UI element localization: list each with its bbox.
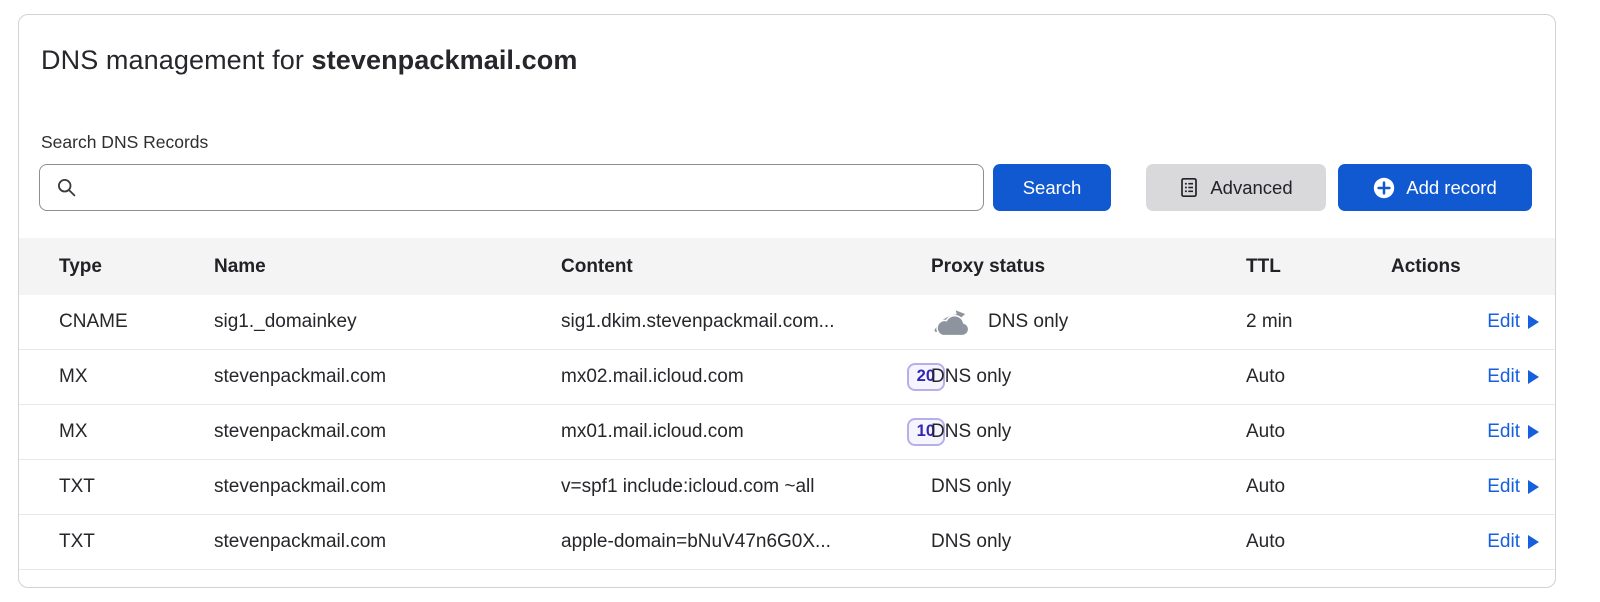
list-document-icon — [1179, 177, 1199, 198]
page-title-domain: stevenpackmail.com — [312, 45, 578, 75]
proxy-status-text: DNS only — [988, 311, 1068, 333]
edit-button[interactable]: Edit — [1487, 476, 1539, 498]
dns-management-card: DNS management for stevenpackmail.com Se… — [18, 14, 1556, 588]
advanced-button[interactable]: Advanced — [1146, 164, 1326, 211]
proxy-status-text: DNS only — [931, 421, 1011, 443]
table-row: TXT stevenpackmail.com apple-domain=bNuV… — [19, 515, 1555, 570]
record-ttl: 2 min — [1246, 311, 1391, 333]
table-row: CNAME sig1._domainkey sig1.dkim.stevenpa… — [19, 295, 1555, 350]
dns-records-table: Type Name Content Proxy status TTL Actio… — [19, 238, 1555, 570]
page-title-prefix: DNS management for — [41, 45, 312, 75]
record-content-text: mx01.mail.icloud.com — [561, 421, 744, 443]
record-type: MX — [59, 421, 214, 443]
record-content: apple-domain=bNuV47n6G0X... — [561, 531, 931, 553]
column-header-ttl: TTL — [1246, 256, 1391, 278]
proxy-status-cell: DNS only — [931, 366, 1246, 388]
page-title: DNS management for stevenpackmail.com — [41, 43, 1533, 77]
chevron-right-icon — [1528, 370, 1539, 384]
column-header-content: Content — [561, 256, 931, 278]
search-field-wrap — [39, 164, 984, 211]
record-name: sig1._domainkey — [214, 311, 561, 333]
record-name: stevenpackmail.com — [214, 366, 561, 388]
column-header-proxy-status: Proxy status — [931, 256, 1246, 278]
plus-circle-icon — [1373, 177, 1395, 199]
table-row: MX stevenpackmail.com mx02.mail.icloud.c… — [19, 350, 1555, 405]
proxy-status-text: DNS only — [931, 476, 1011, 498]
toolbar: Search Advanced Add record — [39, 164, 1532, 211]
record-content: mx01.mail.icloud.com 10 — [561, 418, 931, 446]
chevron-right-icon — [1528, 425, 1539, 439]
record-ttl: Auto — [1246, 421, 1391, 443]
record-content-text: mx02.mail.icloud.com — [561, 366, 744, 388]
chevron-right-icon — [1528, 480, 1539, 494]
record-content-text: apple-domain=bNuV47n6G0X... — [561, 531, 831, 553]
edit-button-label: Edit — [1487, 421, 1520, 443]
add-record-button-label: Add record — [1406, 177, 1497, 199]
record-content-text: sig1.dkim.stevenpackmail.com... — [561, 311, 835, 333]
dns-only-cloud-icon — [931, 307, 973, 337]
edit-button-label: Edit — [1487, 531, 1520, 553]
column-header-name: Name — [214, 256, 561, 278]
table-row: TXT stevenpackmail.com v=spf1 include:ic… — [19, 460, 1555, 515]
proxy-status-text: DNS only — [931, 366, 1011, 388]
proxy-status-cell: DNS only — [931, 421, 1246, 443]
table-body: CNAME sig1._domainkey sig1.dkim.stevenpa… — [19, 295, 1555, 570]
proxy-status-text: DNS only — [931, 531, 1011, 553]
edit-button-label: Edit — [1487, 366, 1520, 388]
search-button-label: Search — [1023, 177, 1082, 199]
record-actions-cell: Edit — [1391, 476, 1539, 498]
proxy-status-cell: DNS only — [931, 476, 1246, 498]
search-button[interactable]: Search — [993, 164, 1111, 211]
chevron-right-icon — [1528, 535, 1539, 549]
record-content-text: v=spf1 include:icloud.com ~all — [561, 476, 814, 498]
search-label: Search DNS Records — [41, 132, 1533, 152]
record-actions-cell: Edit — [1391, 531, 1539, 553]
record-ttl: Auto — [1246, 476, 1391, 498]
record-actions-cell: Edit — [1391, 421, 1539, 443]
edit-button-label: Edit — [1487, 311, 1520, 333]
search-input[interactable] — [39, 164, 984, 211]
record-type: CNAME — [59, 311, 214, 333]
edit-button[interactable]: Edit — [1487, 311, 1539, 333]
column-header-actions: Actions — [1391, 256, 1539, 278]
record-name: stevenpackmail.com — [214, 531, 561, 553]
record-content: v=spf1 include:icloud.com ~all — [561, 476, 931, 498]
record-content: sig1.dkim.stevenpackmail.com... — [561, 311, 931, 333]
record-actions-cell: Edit — [1391, 366, 1539, 388]
record-type: MX — [59, 366, 214, 388]
search-icon — [56, 177, 77, 198]
edit-button[interactable]: Edit — [1487, 421, 1539, 443]
chevron-right-icon — [1528, 315, 1539, 329]
record-actions-cell: Edit — [1391, 311, 1539, 333]
advanced-button-label: Advanced — [1210, 177, 1292, 199]
table-row: MX stevenpackmail.com mx01.mail.icloud.c… — [19, 405, 1555, 460]
proxy-status-cell: DNS only — [931, 531, 1246, 553]
edit-button[interactable]: Edit — [1487, 531, 1539, 553]
column-header-type: Type — [59, 256, 214, 278]
record-name: stevenpackmail.com — [214, 421, 561, 443]
record-content: mx02.mail.icloud.com 20 — [561, 363, 931, 391]
record-type: TXT — [59, 531, 214, 553]
edit-button[interactable]: Edit — [1487, 366, 1539, 388]
proxy-status-cell: DNS only — [931, 307, 1246, 337]
record-ttl: Auto — [1246, 531, 1391, 553]
edit-button-label: Edit — [1487, 476, 1520, 498]
add-record-button[interactable]: Add record — [1338, 164, 1532, 211]
table-header-row: Type Name Content Proxy status TTL Actio… — [19, 238, 1555, 295]
record-name: stevenpackmail.com — [214, 476, 561, 498]
record-type: TXT — [59, 476, 214, 498]
record-ttl: Auto — [1246, 366, 1391, 388]
